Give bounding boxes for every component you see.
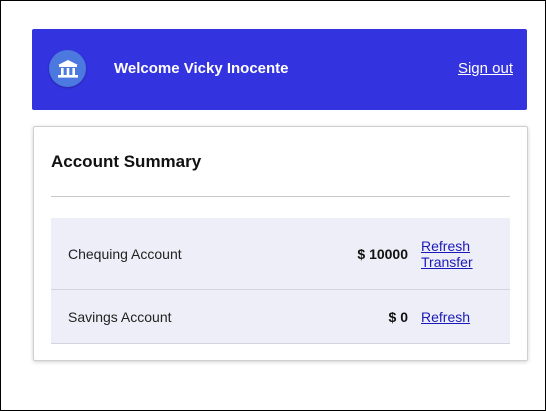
account-actions: Refresh Transfer [421, 238, 473, 270]
account-actions: Refresh [421, 309, 470, 325]
account-summary-card: Account Summary Chequing Account $ 10000… [33, 126, 528, 361]
account-list: Chequing Account $ 10000 Refresh Transfe… [51, 218, 510, 344]
page-title: Account Summary [51, 152, 202, 171]
account-name: Chequing Account [68, 245, 182, 262]
bank-icon [49, 50, 86, 87]
title-divider [51, 196, 510, 197]
refresh-link[interactable]: Refresh [421, 238, 473, 254]
account-balance: $ 10000 [357, 245, 408, 262]
account-name: Savings Account [68, 308, 172, 325]
sign-out-link[interactable]: Sign out [458, 60, 513, 77]
account-row-chequing: Chequing Account $ 10000 Refresh Transfe… [51, 218, 510, 290]
account-row-savings: Savings Account $ 0 Refresh [51, 290, 510, 344]
account-balance: $ 0 [388, 308, 408, 325]
top-header: Welcome Vicky Inocente Sign out [32, 29, 527, 110]
refresh-link[interactable]: Refresh [421, 309, 470, 325]
transfer-link[interactable]: Transfer [421, 254, 473, 270]
welcome-message: Welcome Vicky Inocente [114, 60, 289, 77]
